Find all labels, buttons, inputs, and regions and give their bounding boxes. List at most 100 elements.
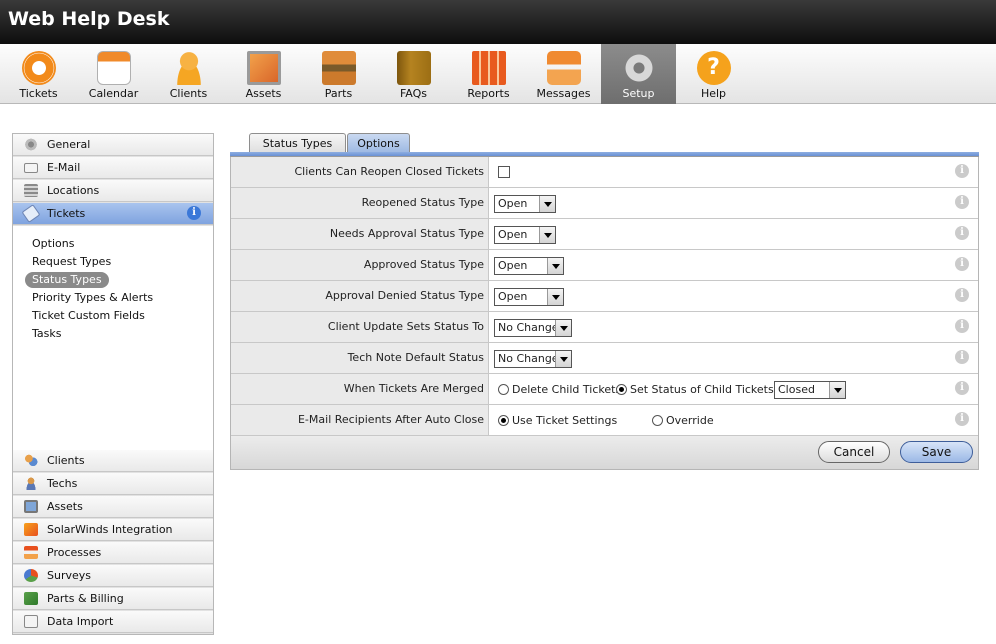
toolbar-assets[interactable]: Assets [226,44,301,104]
info-icon[interactable]: i [955,226,969,240]
field-label: Tech Note Default Status [231,343,489,373]
sidebar-item-clients[interactable]: Clients [13,450,213,472]
subnav-item-request-types[interactable]: Request Types [25,254,118,270]
info-icon[interactable]: i [955,164,969,178]
subnav-item-options[interactable]: Options [25,236,81,252]
title-bar: Web Help Desk [0,0,996,44]
toolbar-label: Calendar [88,87,139,100]
messages-icon [546,51,581,85]
toolbar-help[interactable]: ? Help [676,44,751,104]
info-icon[interactable]: i [955,350,969,364]
override-radio[interactable] [652,415,663,426]
tech-note-default-status-select[interactable]: No Change [494,350,572,368]
tab-options[interactable]: Options [347,133,410,153]
child-tickets-status-select[interactable]: Closed [774,381,846,399]
radio-label: Delete Child Tickets [512,383,622,396]
delete-child-tickets-radio[interactable] [498,384,509,395]
form-row: Client Update Sets Status To No Change i [231,312,978,343]
sidebar-item-surveys[interactable]: Surveys [13,565,213,587]
select-value: No Change [498,352,559,365]
use-ticket-settings-radio[interactable] [498,415,509,426]
sidebar-item-label: Parts & Billing [47,592,124,605]
info-icon[interactable]: i [955,381,969,395]
field-label: Client Update Sets Status To [231,312,489,342]
select-value: Open [498,259,528,272]
select-value: Open [498,290,528,303]
needs-approval-status-select[interactable]: Open [494,226,556,244]
sidebar-item-label: Processes [47,546,102,559]
toolbar-label: Clients [169,87,208,100]
radio-label: Use Ticket Settings [512,414,618,427]
chevron-down-icon [547,289,563,305]
subnav-item-priority-types[interactable]: Priority Types & Alerts [25,290,160,306]
toolbar-faqs[interactable]: FAQs [376,44,451,104]
cancel-button[interactable]: Cancel [818,441,890,463]
set-child-status-radio[interactable] [616,384,627,395]
sidebar-item-tickets[interactable]: Tickets i [13,203,213,225]
reopened-status-select[interactable]: Open [494,195,556,213]
info-icon[interactable]: i [955,195,969,209]
toolbar-label: Assets [245,87,282,100]
monitor-icon [24,500,38,513]
toolbar-label: Parts [324,87,353,100]
sidebar-item-label: Techs [47,477,78,490]
info-icon[interactable]: i [955,288,969,302]
toolbox-icon [321,51,356,85]
toolbar-label: Help [700,87,727,100]
sidebar-item-data-import[interactable]: Data Import [13,611,213,633]
report-icon [471,51,506,85]
field-label: Approved Status Type [231,250,489,280]
building-icon [24,184,38,197]
chevron-down-icon [547,258,563,274]
toolbar-setup[interactable]: Setup [601,44,676,104]
toolbar-tickets[interactable]: Tickets [1,44,76,104]
sidebar-item-label: Data Import [47,615,114,628]
setup-sidebar: General E-Mail Locations Tickets i Optio… [12,133,214,635]
form-row: When Tickets Are Merged Delete Child Tic… [231,374,978,405]
toolbar-messages[interactable]: Messages [526,44,601,104]
info-icon[interactable]: i [955,319,969,333]
sidebar-item-parts-billing[interactable]: Parts & Billing [13,588,213,610]
sidebar-item-general[interactable]: General [13,134,213,156]
form-row: Tech Note Default Status No Change i [231,343,978,374]
survey-icon [24,569,38,582]
subnav-item-ticket-custom-fields[interactable]: Ticket Custom Fields [25,308,152,324]
save-button[interactable]: Save [900,441,973,463]
info-icon[interactable]: i [955,412,969,426]
sidebar-item-label: Locations [47,184,100,197]
field-control: Delete Child Tickets Set Status of Child… [493,381,953,399]
approval-denied-status-select[interactable]: Open [494,288,564,306]
field-label: Approval Denied Status Type [231,281,489,311]
main-toolbar: Tickets Calendar Clients Assets Parts FA… [0,44,996,104]
chevron-down-icon [555,320,571,336]
tech-icon [24,477,38,490]
envelope-icon [24,163,38,173]
toolbar-label: Messages [536,87,591,100]
subnav-item-tasks[interactable]: Tasks [25,326,68,342]
select-value: Open [498,228,528,241]
chevron-down-icon [539,227,555,243]
sidebar-item-techs[interactable]: Techs [13,473,213,495]
clients-can-reopen-checkbox[interactable] [498,166,510,178]
sidebar-item-assets[interactable]: Assets [13,496,213,518]
info-icon[interactable]: i [955,257,969,271]
approved-status-select[interactable]: Open [494,257,564,275]
toolbar-parts[interactable]: Parts [301,44,376,104]
sidebar-item-processes[interactable]: Processes [13,542,213,564]
toolbar-calendar[interactable]: Calendar [76,44,151,104]
field-label: Needs Approval Status Type [231,219,489,249]
toolbar-clients[interactable]: Clients [151,44,226,104]
tag-icon [21,204,41,223]
sidebar-item-locations[interactable]: Locations [13,180,213,202]
select-value: No Change [498,321,559,334]
client-update-status-select[interactable]: No Change [494,319,572,337]
solarwinds-icon [24,523,38,536]
toolbar-reports[interactable]: Reports [451,44,526,104]
info-icon[interactable]: i [187,206,201,220]
tab-status-types[interactable]: Status Types [249,133,346,153]
subnav-item-status-types[interactable]: Status Types [25,272,109,288]
sidebar-item-label: Surveys [47,569,91,582]
sidebar-item-solarwinds[interactable]: SolarWinds Integration [13,519,213,541]
field-label: When Tickets Are Merged [231,374,489,404]
sidebar-item-email[interactable]: E-Mail [13,157,213,179]
